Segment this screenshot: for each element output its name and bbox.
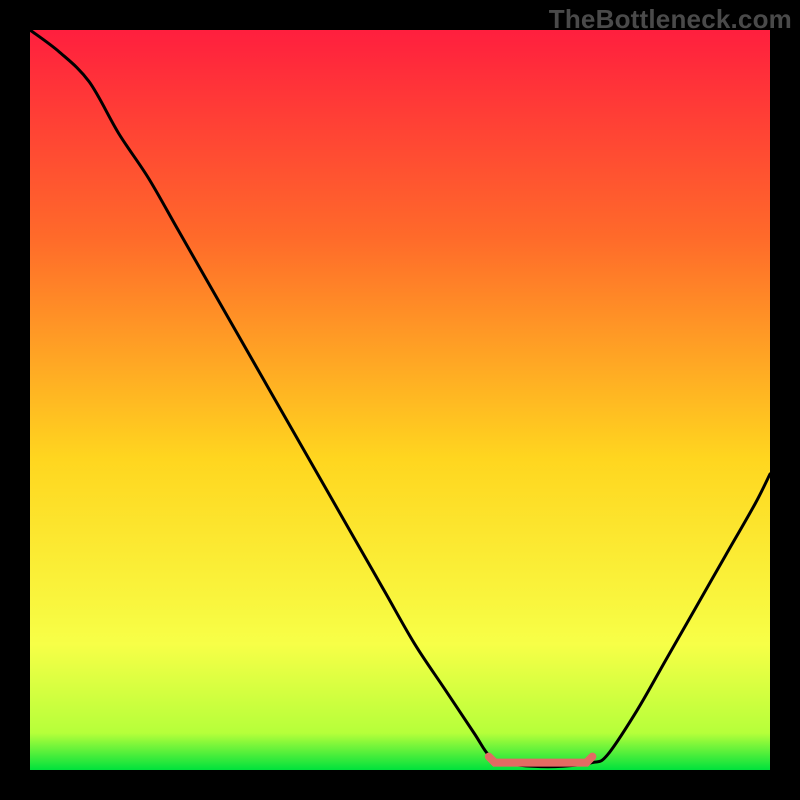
bottleneck-chart bbox=[30, 30, 770, 770]
watermark-text: TheBottleneck.com bbox=[549, 4, 792, 35]
gradient-background bbox=[30, 30, 770, 770]
chart-frame bbox=[30, 30, 770, 770]
